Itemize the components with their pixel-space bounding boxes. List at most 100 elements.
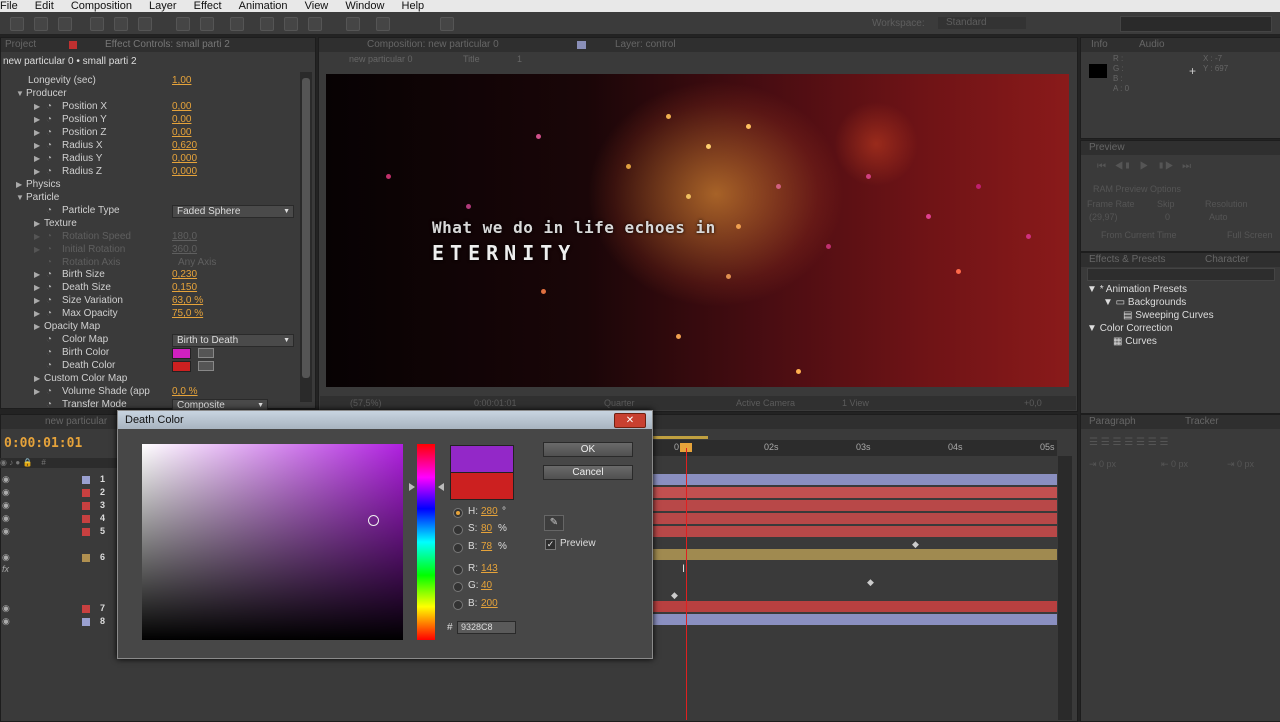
collapse-triangle-icon[interactable]: ▶ [34, 165, 40, 178]
visibility-eye-icon[interactable]: ◉ [2, 487, 10, 498]
rotate-tool-icon[interactable] [90, 17, 104, 31]
collapse-triangle-icon[interactable]: ▶ [34, 385, 40, 398]
align-buttons[interactable]: ☰ ☰ ☰ ☰ ☰ ☰ ☰ [1089, 437, 1168, 448]
comp-crumb-main[interactable]: new particular 0 [349, 54, 413, 64]
ram-preview-options[interactable]: RAM Preview Options [1093, 184, 1181, 194]
layer-bar-2[interactable] [652, 487, 1057, 498]
indent-right-field[interactable]: ⇤ 0 px [1161, 459, 1188, 470]
birth-color-swatch[interactable] [172, 348, 191, 359]
tree-animation-presets[interactable]: ▼ * Animation Presets [1087, 283, 1187, 296]
hue-radio[interactable] [453, 508, 463, 518]
timeline-scrollbar[interactable] [1058, 456, 1072, 720]
resolution-dropdown[interactable]: Auto [1209, 212, 1228, 222]
group-texture[interactable]: ▶ Texture [0, 217, 300, 230]
effects-search-input[interactable] [1087, 268, 1275, 281]
property-birth-size[interactable]: ▶ ◔ Birth Size 0,230 [0, 268, 300, 281]
visibility-eye-icon[interactable]: ◉ [2, 616, 10, 627]
stopwatch-icon[interactable]: ◔ [46, 165, 52, 178]
collapse-triangle-icon[interactable]: ▶ [16, 178, 22, 191]
ok-button[interactable]: OK [543, 442, 633, 457]
menu-file[interactable]: File [0, 0, 18, 12]
layer-bar-6[interactable] [652, 549, 1057, 560]
death-color-swatch[interactable] [172, 361, 191, 372]
expand-triangle-icon[interactable]: ▼ [1087, 284, 1100, 295]
property-volume-shade[interactable]: ▶ ◔ Volume Shade (app 0,0 % [0, 385, 300, 398]
puppet-tool-icon[interactable] [376, 17, 390, 31]
layer-color-label[interactable] [82, 554, 90, 562]
stopwatch-icon[interactable]: ◔ [46, 139, 52, 152]
layer-row-1[interactable]: ◉ 1 [0, 474, 120, 486]
collapse-triangle-icon[interactable]: ▶ [34, 281, 40, 294]
longevity-value[interactable]: 1,00 [172, 74, 191, 87]
layer-row-8[interactable]: ◉ 8 [0, 616, 120, 628]
resolution-dropdown[interactable]: Quarter [604, 396, 635, 410]
menu-view[interactable]: View [305, 0, 329, 12]
tab-character[interactable]: Character [1205, 254, 1249, 266]
pen-tool-icon[interactable] [200, 17, 214, 31]
tab-paragraph[interactable]: Paragraph [1089, 416, 1136, 428]
hue-slider[interactable] [417, 444, 435, 640]
blue-radio[interactable] [453, 600, 463, 610]
frame-rate-dropdown[interactable]: (29,97) [1089, 212, 1118, 222]
visibility-eye-icon[interactable]: ◉ [2, 474, 10, 485]
group-opacity-map[interactable]: ▶ Opacity Map [0, 320, 300, 333]
property-longevity[interactable]: Longevity (sec) 1,00 [0, 74, 300, 87]
collapse-triangle-icon[interactable]: ▶ [34, 100, 40, 113]
original-color-swatch[interactable] [450, 472, 514, 500]
tab-layer[interactable]: Layer: control [615, 39, 676, 51]
stopwatch-icon[interactable]: ◔ [46, 152, 52, 165]
scrollbar-thumb[interactable] [302, 78, 310, 378]
tab-timeline[interactable]: new particular [45, 416, 107, 428]
tree-sweeping-curves[interactable]: ▤ Sweeping Curves [1123, 309, 1214, 322]
last-frame-icon[interactable]: ⏭ [1182, 161, 1191, 172]
pan-behind-tool-icon[interactable] [138, 17, 152, 31]
layer-color-label[interactable] [82, 476, 90, 484]
views-dropdown[interactable]: 1 View [842, 396, 869, 410]
eyedropper-icon[interactable] [198, 361, 214, 371]
saturation-value[interactable]: 80 [481, 523, 492, 535]
saturation-radio[interactable] [453, 525, 463, 535]
brush-tool-icon[interactable] [260, 17, 274, 31]
stopwatch-icon[interactable]: ◔ [46, 126, 52, 139]
collapse-triangle-icon[interactable]: ▶ [34, 372, 40, 385]
layer-row-6[interactable]: ◉ 6 [0, 552, 120, 564]
property-max-opacity[interactable]: ▶ ◔ Max Opacity 75,0 % [0, 307, 300, 320]
close-icon[interactable]: ✕ [614, 413, 646, 428]
property-death-color[interactable]: ◔ Death Color [0, 359, 300, 372]
timeline-timecode[interactable]: 0:00:01:01 [4, 436, 82, 451]
tree-curves[interactable]: ▦ Curves [1113, 335, 1157, 348]
stopwatch-icon[interactable]: ◔ [46, 204, 52, 217]
menu-effect[interactable]: Effect [194, 0, 222, 12]
property-radius-x[interactable]: ▶ ◔ Radius X 0,620 [0, 139, 300, 152]
menu-edit[interactable]: Edit [35, 0, 54, 12]
dialog-titlebar[interactable]: Death Color ✕ [118, 411, 652, 429]
red-radio[interactable] [453, 565, 463, 575]
effect-controls-scrollbar[interactable] [300, 72, 312, 402]
visibility-eye-icon[interactable]: ◉ [2, 526, 10, 537]
expand-triangle-icon[interactable]: ▼ [16, 191, 24, 204]
next-frame-icon[interactable]: ▮▶ [1157, 161, 1174, 172]
skip-dropdown[interactable]: 0 [1165, 212, 1170, 222]
menu-animation[interactable]: Animation [239, 0, 288, 12]
property-death-size[interactable]: ▶ ◔ Death Size 0,150 [0, 281, 300, 294]
camera-dropdown[interactable]: Active Camera [736, 396, 795, 410]
eyedropper-icon[interactable]: ✎ [544, 515, 564, 531]
layer-bar-1[interactable] [652, 474, 1057, 485]
layer-color-label[interactable] [82, 502, 90, 510]
red-value[interactable]: 143 [481, 563, 498, 575]
stopwatch-icon[interactable]: ◔ [46, 385, 52, 398]
stopwatch-icon[interactable]: ◔ [46, 307, 52, 320]
collapse-triangle-icon[interactable]: ▶ [34, 307, 40, 320]
clone-tool-icon[interactable] [284, 17, 298, 31]
workspace-dropdown[interactable]: Standard [938, 17, 1026, 29]
menu-help[interactable]: Help [402, 0, 425, 12]
property-radius-y[interactable]: ▶ ◔ Radius Y 0,000 [0, 152, 300, 165]
keyframe-icon[interactable]: ◆ [912, 539, 919, 550]
layer-bar-5[interactable] [652, 526, 1057, 537]
keyframe-icon[interactable]: ◆ [671, 590, 678, 601]
prev-frame-icon[interactable]: ◀▮ [1114, 161, 1131, 172]
tab-composition[interactable]: Composition: new particular 0 [367, 39, 499, 51]
tab-effects-presets[interactable]: Effects & Presets [1089, 254, 1166, 266]
hue-slider-right-arrow-icon[interactable] [438, 483, 444, 491]
green-radio[interactable] [453, 582, 463, 592]
